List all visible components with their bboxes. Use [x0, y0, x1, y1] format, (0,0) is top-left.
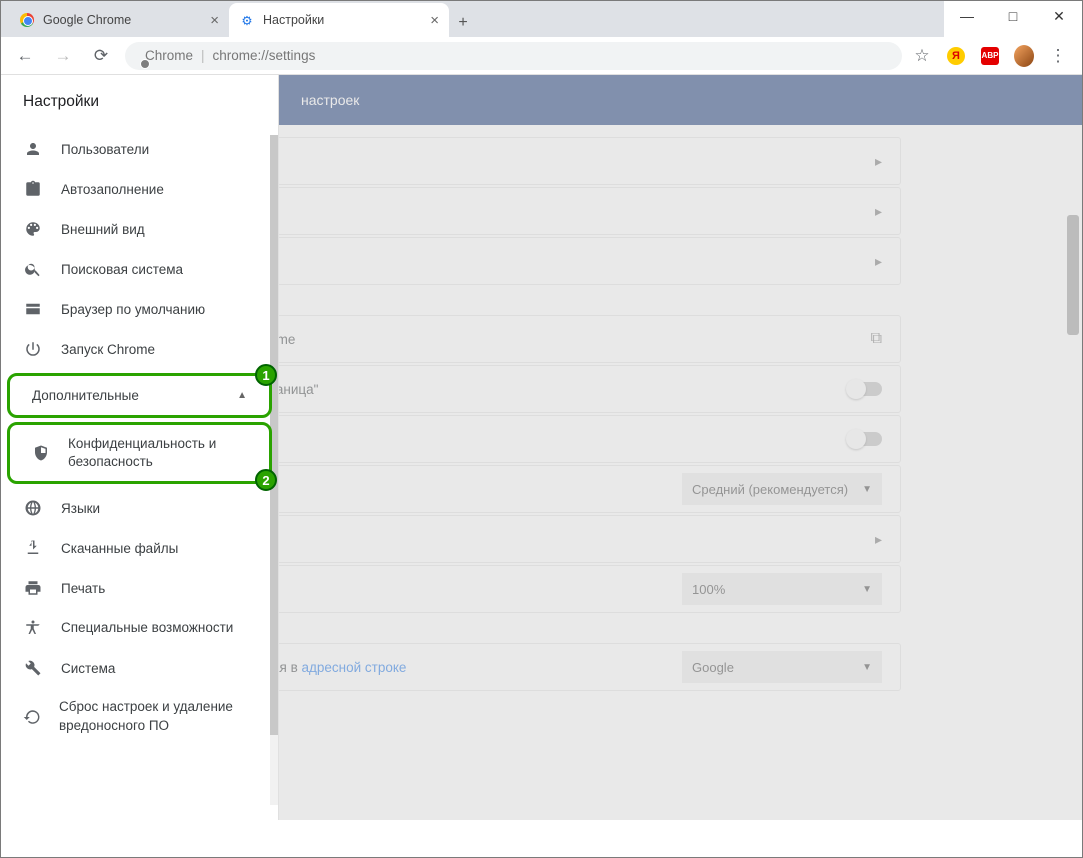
- person-icon: [23, 140, 43, 158]
- caret-up-icon: ▲: [237, 390, 247, 401]
- abp-extension-icon[interactable]: ABP: [980, 46, 1000, 66]
- toolbar-extensions: ☆ Я ABP ⋮: [912, 46, 1072, 66]
- restore-icon: [23, 708, 41, 726]
- sidebar-item-appearance[interactable]: Внешний вид: [1, 209, 278, 249]
- back-button[interactable]: ←: [11, 42, 39, 70]
- close-tab-icon[interactable]: ×: [210, 12, 219, 29]
- chrome-favicon-icon: [19, 12, 35, 28]
- sidebar-item-startup[interactable]: Запуск Chrome: [1, 329, 278, 369]
- annotation-badge-1: 1: [255, 364, 277, 386]
- sidebar-title: Настройки: [1, 75, 278, 129]
- close-window-button[interactable]: ✕: [1036, 1, 1082, 31]
- window-icon: [23, 300, 43, 318]
- yandex-extension-icon[interactable]: Я: [946, 46, 966, 66]
- tab-strip: Google Chrome × ⚙ Настройки × +: [1, 1, 1082, 37]
- minimize-button[interactable]: —: [944, 1, 990, 31]
- address-bar: ← → ⟳ Chrome | chrome://settings ☆ Я ABP…: [1, 37, 1082, 75]
- download-icon: [23, 539, 43, 557]
- sidebar-item-downloads[interactable]: Скачанные файлы: [1, 528, 278, 568]
- tab-title: Настройки: [263, 13, 324, 27]
- palette-icon: [23, 220, 43, 238]
- shield-icon: [32, 444, 50, 462]
- star-bookmark-icon[interactable]: ☆: [912, 46, 932, 66]
- tab-settings[interactable]: ⚙ Настройки ×: [229, 3, 449, 37]
- url-input[interactable]: Chrome | chrome://settings: [125, 42, 902, 70]
- power-icon: [23, 340, 43, 358]
- print-icon: [23, 579, 43, 597]
- url-scheme-label: Chrome: [145, 48, 193, 63]
- sidebar-item-accessibility[interactable]: Специальные возможности: [1, 608, 278, 648]
- tab-title: Google Chrome: [43, 13, 131, 27]
- sidebar-item-people[interactable]: Пользователи: [1, 129, 278, 169]
- close-tab-icon[interactable]: ×: [430, 12, 439, 29]
- page-scrollbar-thumb[interactable]: [1067, 215, 1079, 335]
- sidebar-item-print[interactable]: Печать: [1, 568, 278, 608]
- sidebar-item-search[interactable]: Поисковая система: [1, 249, 278, 289]
- wrench-icon: [23, 659, 43, 677]
- sidebar-item-default-browser[interactable]: Браузер по умолчанию: [1, 289, 278, 329]
- kebab-menu-icon[interactable]: ⋮: [1048, 46, 1068, 66]
- search-icon: [23, 260, 43, 278]
- forward-button[interactable]: →: [49, 42, 77, 70]
- new-tab-button[interactable]: +: [449, 9, 477, 37]
- sidebar-item-system[interactable]: Система: [1, 648, 278, 688]
- reload-button[interactable]: ⟳: [87, 42, 115, 70]
- sidebar-advanced-toggle[interactable]: Дополнительные ▲ 1: [7, 373, 272, 418]
- sidebar-item-reset[interactable]: Сброс настроек и удаление вредоносного П…: [1, 688, 278, 744]
- sidebar-item-languages[interactable]: Языки: [1, 488, 278, 528]
- sidebar-item-privacy[interactable]: Конфиденциальность и безопасность 2: [7, 422, 272, 484]
- browser-window: Google Chrome × ⚙ Настройки × + — □ ✕ ← …: [0, 0, 1083, 858]
- maximize-button[interactable]: □: [990, 1, 1036, 31]
- clipboard-icon: [23, 180, 43, 198]
- globe-icon: [23, 499, 43, 517]
- gear-favicon-icon: ⚙: [239, 12, 255, 28]
- tab-google-chrome[interactable]: Google Chrome ×: [9, 3, 229, 37]
- sidebar-item-autofill[interactable]: Автозаполнение: [1, 169, 278, 209]
- settings-sidebar: Настройки Пользователи Автозаполнение Вн…: [1, 75, 279, 820]
- profile-avatar[interactable]: [1014, 46, 1034, 66]
- accessibility-icon: [23, 619, 43, 637]
- url-text: chrome://settings: [213, 48, 316, 63]
